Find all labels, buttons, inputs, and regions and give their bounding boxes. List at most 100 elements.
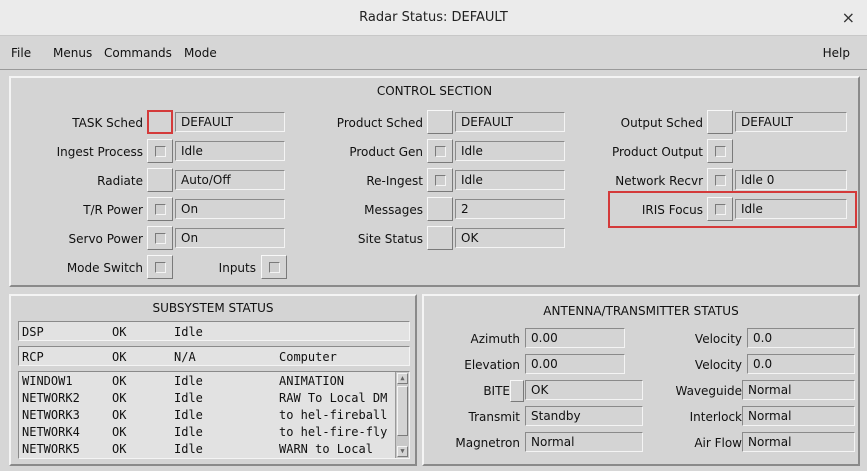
list-item[interactable]: WINDOW1 OK Idle ANIMATION bbox=[19, 374, 399, 390]
indicator-icon bbox=[269, 262, 280, 273]
menu-menus[interactable]: Menus bbox=[53, 46, 92, 60]
elevation-field: 0.00 bbox=[525, 354, 625, 374]
control-section-title: CONTROL SECTION bbox=[376, 84, 493, 98]
tr-power-label: T/R Power bbox=[83, 203, 143, 217]
velocity-field: 0.0 bbox=[747, 328, 855, 348]
subsystem-row-dsp[interactable]: DSP OK Idle bbox=[18, 321, 410, 341]
tr-power-button[interactable] bbox=[147, 197, 173, 221]
site-status-field: OK bbox=[455, 228, 565, 248]
interlock-label: Interlock bbox=[689, 410, 742, 424]
subsystem-note: to hel-fire-fly bbox=[279, 425, 388, 439]
subsystem-name: WINDOW1 bbox=[22, 374, 73, 388]
servo-power-label: Servo Power bbox=[68, 232, 143, 246]
close-icon[interactable]: × bbox=[842, 8, 855, 27]
product-gen-button[interactable] bbox=[427, 139, 453, 163]
menu-help[interactable]: Help bbox=[823, 46, 850, 60]
output-sched-field: DEFAULT bbox=[735, 112, 847, 132]
subsystem-list[interactable]: WINDOW1 OK Idle ANIMATION NETWORK2 OK Id… bbox=[18, 371, 410, 459]
site-status-button[interactable] bbox=[427, 226, 453, 250]
product-output-label: Product Output bbox=[611, 145, 703, 159]
scroll-thumb[interactable] bbox=[397, 386, 408, 436]
iris-focus-field: Idle bbox=[735, 199, 847, 219]
site-status-label: Site Status bbox=[357, 232, 423, 246]
subsystem-status: OK bbox=[112, 425, 127, 439]
subsystem-note: RAW To Local DM bbox=[279, 391, 388, 405]
output-sched-button[interactable] bbox=[707, 110, 733, 134]
mode-switch-label: Mode Switch bbox=[66, 261, 143, 275]
subsystem-note: WARN to Local bbox=[279, 442, 373, 456]
subsystem-state: Idle bbox=[174, 408, 203, 422]
radiate-label: Radiate bbox=[97, 174, 143, 188]
network-recvr-field: Idle 0 bbox=[735, 170, 847, 190]
iris-focus-button[interactable] bbox=[707, 197, 733, 221]
servo-power-field: On bbox=[175, 228, 285, 248]
subsystem-state: N/A bbox=[174, 350, 196, 364]
menu-mode[interactable]: Mode bbox=[184, 46, 217, 60]
subsystem-status-panel: SUBSYSTEM STATUS DSP OK Idle RCP OK N/A … bbox=[9, 294, 417, 466]
subsystem-state: Idle bbox=[174, 391, 203, 405]
waveguide-label: Waveguide bbox=[675, 384, 743, 398]
magnetron-label: Magnetron bbox=[455, 436, 520, 450]
task-sched-button[interactable] bbox=[147, 110, 173, 134]
indicator-icon bbox=[155, 146, 166, 157]
network-recvr-button[interactable] bbox=[707, 168, 733, 192]
re-ingest-button[interactable] bbox=[427, 168, 453, 192]
velocity-label-2: Velocity bbox=[694, 358, 742, 372]
scroll-up-icon[interactable]: ▲ bbox=[397, 373, 408, 384]
azimuth-field: 0.00 bbox=[525, 328, 625, 348]
azimuth-label: Azimuth bbox=[470, 332, 520, 346]
subsystem-name: NETWORK2 bbox=[22, 391, 80, 405]
title-bar: Radar Status: DEFAULT × bbox=[0, 0, 867, 36]
indicator-icon bbox=[715, 204, 726, 215]
subsystem-status: OK bbox=[112, 391, 127, 405]
menu-file[interactable]: File bbox=[11, 46, 31, 60]
velocity-field-2: 0.0 bbox=[747, 354, 855, 374]
inputs-button[interactable] bbox=[261, 255, 287, 279]
subsystem-name: NETWORK5 bbox=[22, 442, 80, 456]
subsystem-scrollbar[interactable]: ▲ ▼ bbox=[395, 372, 409, 458]
list-item[interactable]: NETWORK2 OK Idle RAW To Local DM bbox=[19, 391, 399, 407]
subsystem-name: NETWORK4 bbox=[22, 425, 80, 439]
window-title: Radar Status: DEFAULT bbox=[359, 10, 508, 25]
ingest-process-field: Idle bbox=[175, 141, 285, 161]
indicator-icon bbox=[435, 146, 446, 157]
product-sched-button[interactable] bbox=[427, 110, 453, 134]
subsystem-state: Idle bbox=[174, 442, 203, 456]
velocity-label: Velocity bbox=[694, 332, 742, 346]
iris-focus-label: IRIS Focus bbox=[641, 203, 703, 217]
bite-label: BITE bbox=[483, 384, 510, 398]
ingest-process-button[interactable] bbox=[147, 139, 173, 163]
radiate-button[interactable] bbox=[147, 168, 173, 192]
antenna-transmitter-title: ANTENNA/TRANSMITTER STATUS bbox=[543, 304, 739, 318]
re-ingest-field: Idle bbox=[455, 170, 565, 190]
list-item[interactable]: NETWORK3 OK Idle to hel-fireball bbox=[19, 408, 399, 424]
subsystem-note: to hel-fireball bbox=[279, 408, 388, 422]
subsystem-row-rcp[interactable]: RCP OK N/A Computer bbox=[18, 346, 410, 366]
messages-field: 2 bbox=[455, 199, 565, 219]
messages-button[interactable] bbox=[427, 197, 453, 221]
inputs-label: Inputs bbox=[218, 261, 256, 275]
scroll-down-icon[interactable]: ▼ bbox=[397, 446, 408, 457]
subsystem-status: OK bbox=[112, 325, 127, 339]
subsystem-status-title: SUBSYSTEM STATUS bbox=[152, 301, 274, 315]
subsystem-note: ANIMATION bbox=[279, 374, 345, 388]
list-item[interactable]: NETWORK4 OK Idle to hel-fire-fly bbox=[19, 425, 399, 441]
subsystem-state: Idle bbox=[174, 374, 203, 388]
menu-commands[interactable]: Commands bbox=[104, 46, 172, 60]
mode-switch-button[interactable] bbox=[147, 255, 173, 279]
bite-button[interactable] bbox=[510, 380, 524, 402]
radiate-field: Auto/Off bbox=[175, 170, 285, 190]
output-sched-label: Output Sched bbox=[620, 116, 703, 130]
magnetron-field: Normal bbox=[525, 432, 643, 452]
transmit-field: Standby bbox=[525, 406, 643, 426]
list-item[interactable]: NETWORK5 OK Idle WARN to Local bbox=[19, 442, 399, 458]
subsystem-name: NETWORK3 bbox=[22, 408, 80, 422]
subsystem-name: DSP bbox=[22, 325, 44, 339]
tr-power-field: On bbox=[175, 199, 285, 219]
product-gen-label: Product Gen bbox=[349, 145, 423, 159]
product-sched-label: Product Sched bbox=[336, 116, 423, 130]
product-output-button[interactable] bbox=[707, 139, 733, 163]
servo-power-button[interactable] bbox=[147, 226, 173, 250]
product-gen-field: Idle bbox=[455, 141, 565, 161]
indicator-icon bbox=[715, 146, 726, 157]
